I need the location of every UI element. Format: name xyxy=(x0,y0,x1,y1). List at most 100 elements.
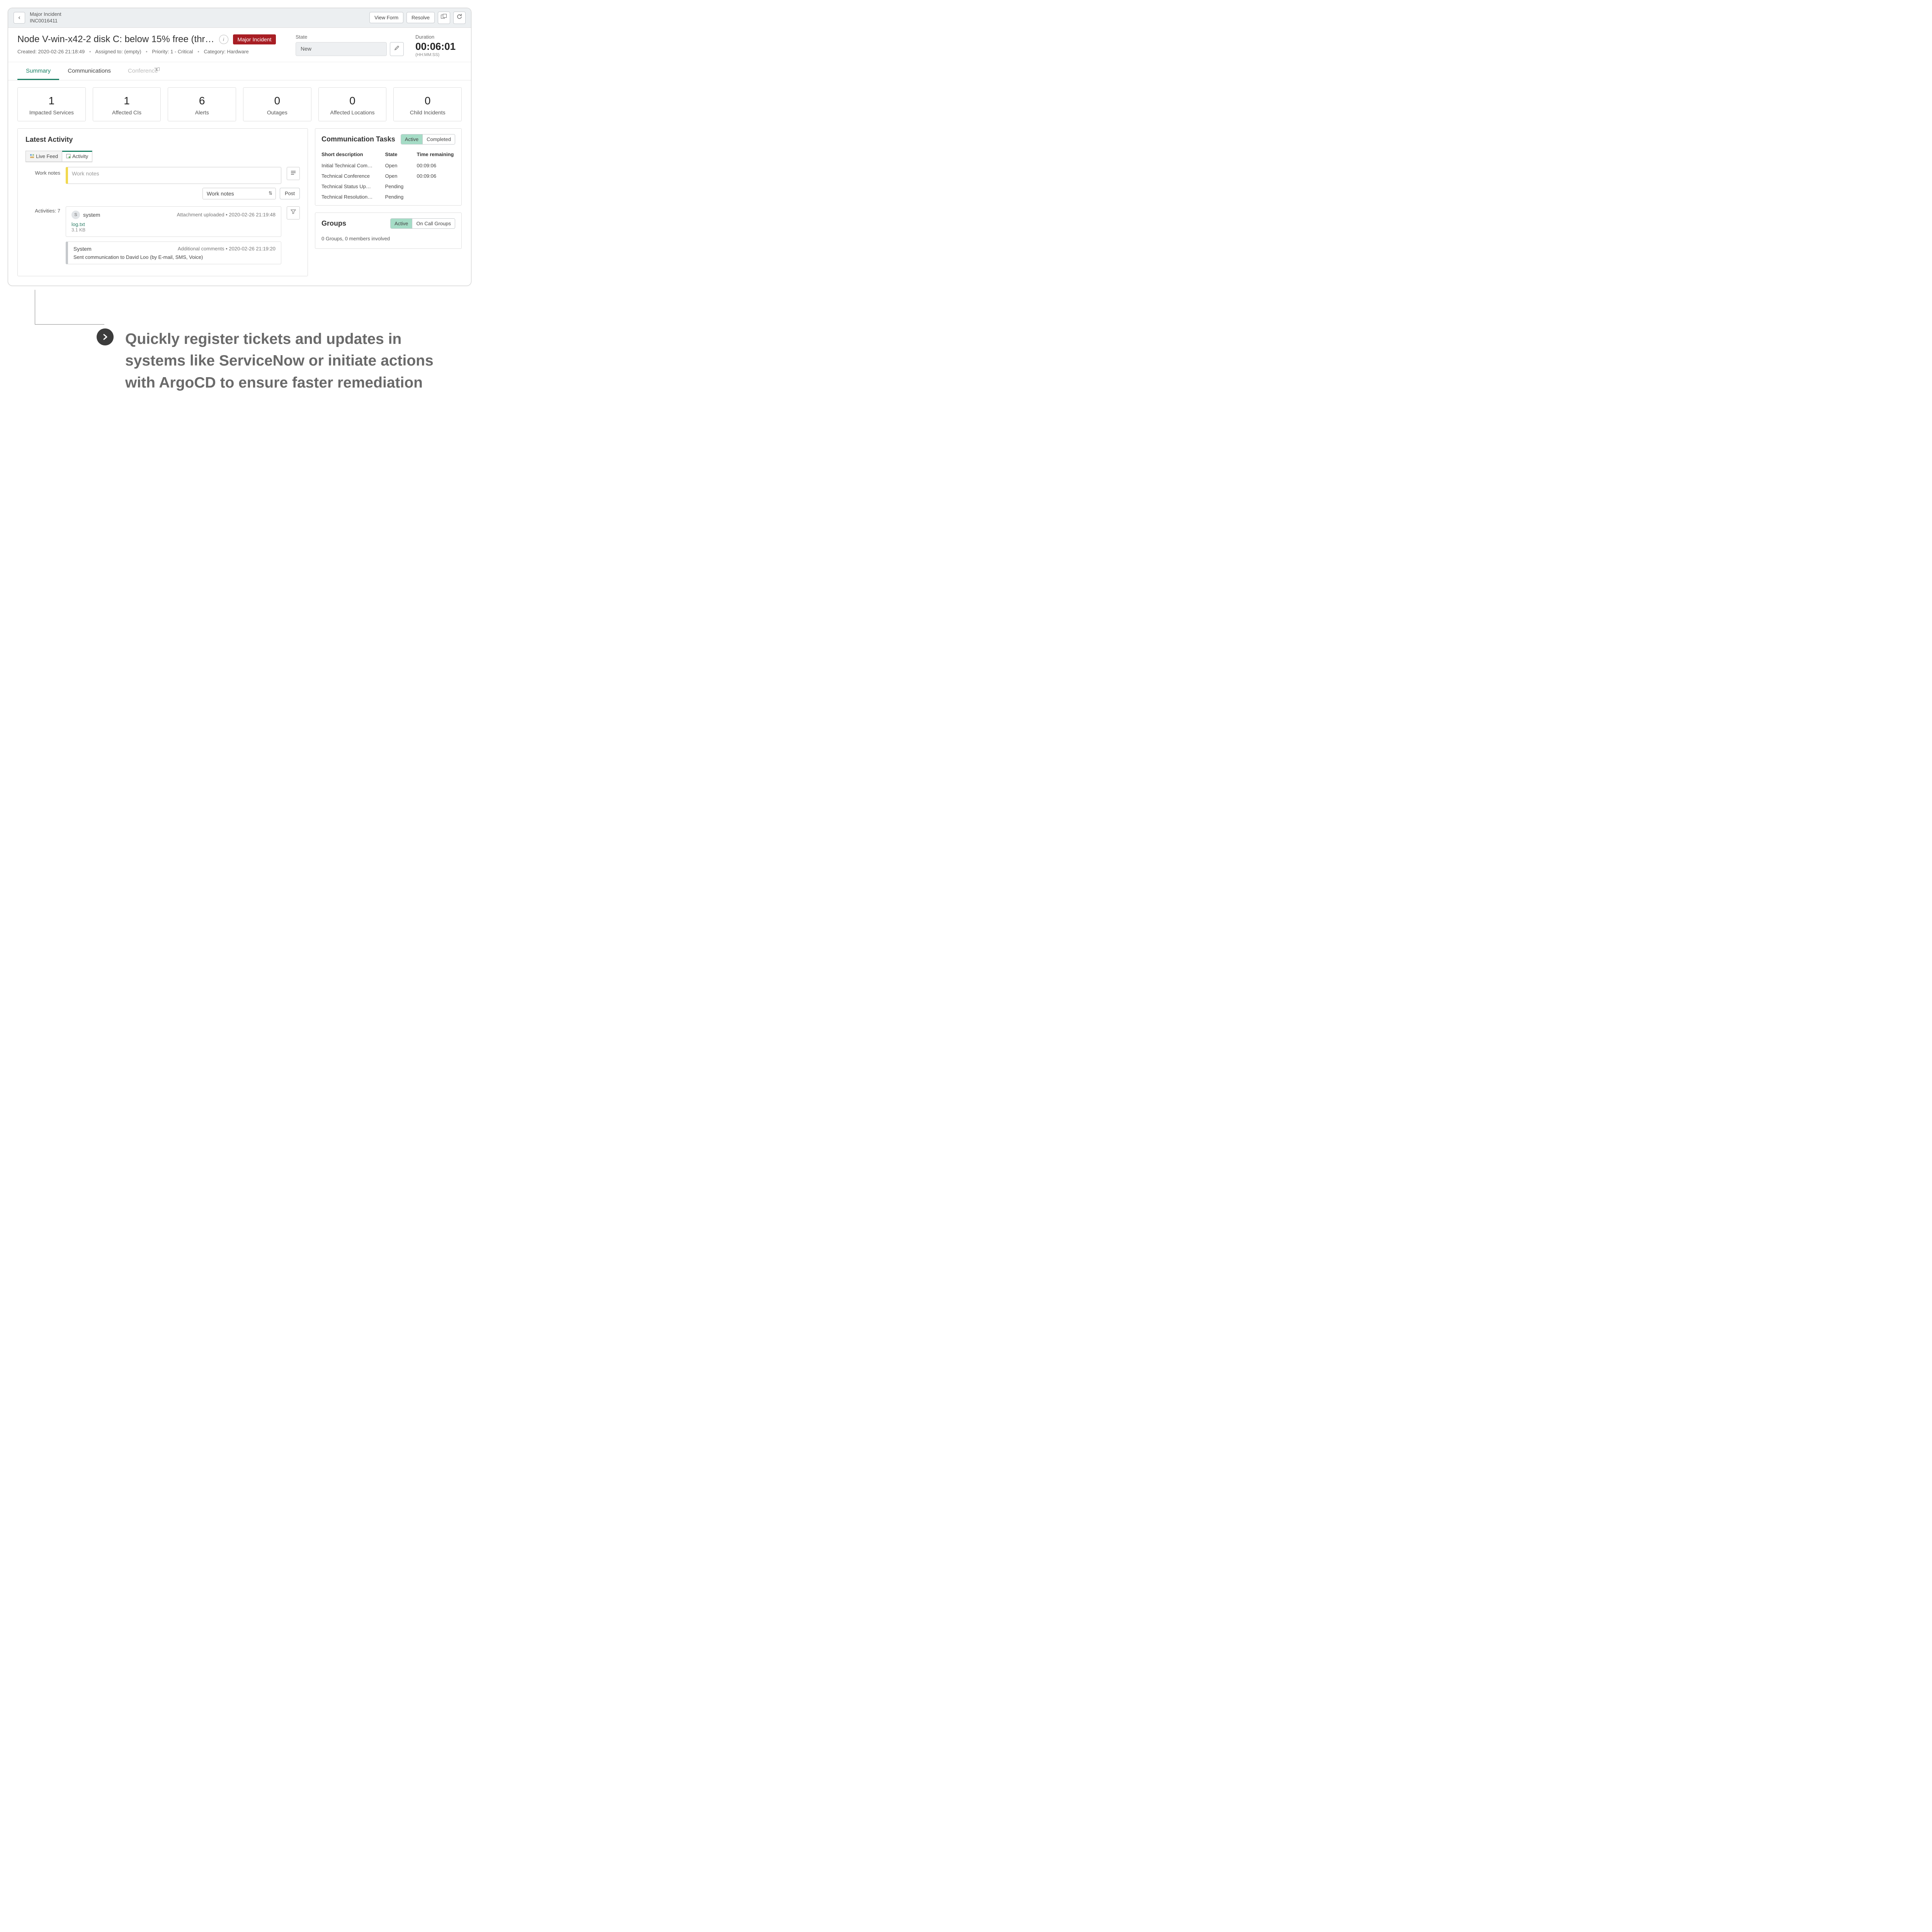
callout: Quickly register tickets and updates in … xyxy=(97,328,456,394)
subtab-live-feed[interactable]: Live Feed xyxy=(26,151,62,162)
kpi-value: 6 xyxy=(172,95,232,107)
tab-communications[interactable]: Communications xyxy=(59,62,119,80)
activity-item: System Additional comments • 2020-02-26 … xyxy=(66,242,281,264)
kpi-label: Affected CIs xyxy=(97,109,157,116)
activities-count-label: Activities: 7 xyxy=(26,206,60,214)
resolve-button[interactable]: Resolve xyxy=(406,12,435,23)
kpi-affected-locations[interactable]: 0 Affected Locations xyxy=(318,87,387,121)
groups-panel: Groups Active On Call Groups 0 Groups, 0… xyxy=(315,213,462,249)
chevron-left-icon: ‹ xyxy=(18,14,20,21)
post-button[interactable]: Post xyxy=(280,188,300,199)
created-label: Created: xyxy=(17,49,37,54)
pencil-icon xyxy=(394,45,400,53)
app-window: ‹ Major Incident INC0016411 View Form Re… xyxy=(8,8,471,286)
kpi-value: 0 xyxy=(323,95,383,107)
chevron-right-circle-icon xyxy=(97,328,114,345)
communication-tasks-panel: Communication Tasks Active Completed Sho… xyxy=(315,128,462,206)
breadcrumb-id: INC0016411 xyxy=(30,18,369,24)
kpi-row: 1 Impacted Services 1 Affected CIs 6 Ale… xyxy=(8,80,471,128)
groups-body: 0 Groups, 0 members involved xyxy=(315,233,461,248)
activity-user: System xyxy=(73,246,92,252)
kpi-label: Child Incidents xyxy=(398,109,457,116)
cursor-icon: ☜ xyxy=(154,65,160,73)
header: Node V-win-x42-2 disk C: below 15% free … xyxy=(8,28,471,62)
tabs: Summary Communications Conference ☜ xyxy=(8,62,471,80)
right-column: Communication Tasks Active Completed Sho… xyxy=(315,128,462,276)
kpi-alerts[interactable]: 6 Alerts xyxy=(168,87,236,121)
tab-summary[interactable]: Summary xyxy=(17,62,59,80)
body: Latest Activity Live Feed Activity xyxy=(8,128,471,286)
activity-item: S system Attachment uploaded • 2020-02-2… xyxy=(66,206,281,237)
toggle-completed[interactable]: Completed xyxy=(422,134,455,144)
work-notes-expand-button[interactable] xyxy=(287,167,300,180)
state-label: State xyxy=(296,34,404,40)
callout-line xyxy=(35,290,104,325)
activity-filter-button[interactable] xyxy=(287,206,300,219)
refresh-icon xyxy=(456,14,463,22)
kpi-value: 0 xyxy=(247,95,307,107)
priority-label: Priority: xyxy=(152,49,169,54)
edit-state-button[interactable] xyxy=(390,42,404,56)
duration-format: (HH:MM:SS) xyxy=(415,53,462,57)
table-row[interactable]: Technical Conference Open 00:09:06 xyxy=(315,171,461,181)
attachment-link[interactable]: log.txt xyxy=(71,221,276,227)
cell-desc: Initial Technical Communication xyxy=(315,160,379,171)
col-time-remaining: Time remaining xyxy=(411,148,462,160)
kpi-label: Impacted Services xyxy=(22,109,82,116)
kpi-impacted-services[interactable]: 1 Impacted Services xyxy=(17,87,86,121)
kpi-label: Alerts xyxy=(172,109,232,116)
kpi-label: Outages xyxy=(247,109,307,116)
cell-time: 00:09:06 xyxy=(411,160,462,171)
kpi-value: 0 xyxy=(398,95,457,107)
kpi-value: 1 xyxy=(22,95,82,107)
form-icon xyxy=(291,170,296,177)
kpi-outages[interactable]: 0 Outages xyxy=(243,87,311,121)
funnel-icon xyxy=(291,209,296,216)
latest-activity-panel: Latest Activity Live Feed Activity xyxy=(17,128,308,276)
latest-activity-title: Latest Activity xyxy=(26,136,300,144)
col-state: State xyxy=(379,148,411,160)
cell-state: Pending xyxy=(379,192,411,205)
state-field[interactable]: New xyxy=(296,42,387,56)
duration-value: 00:06:01 xyxy=(415,41,462,53)
breadcrumb-title: Major Incident xyxy=(30,11,369,18)
table-row[interactable]: Technical Status Update Pending xyxy=(315,181,461,192)
cell-time xyxy=(411,192,462,205)
toggle-active[interactable]: Active xyxy=(401,134,422,144)
refresh-button[interactable] xyxy=(453,12,466,24)
kpi-child-incidents[interactable]: 0 Child Incidents xyxy=(393,87,462,121)
kpi-affected-cis[interactable]: 1 Affected CIs xyxy=(93,87,161,121)
table-row[interactable]: Initial Technical Communication Open 00:… xyxy=(315,160,461,171)
activity-list: S system Attachment uploaded • 2020-02-2… xyxy=(66,206,281,269)
work-notes-label: Work notes xyxy=(26,167,60,176)
toggle-groups-oncall[interactable]: On Call Groups xyxy=(412,219,455,228)
toggle-groups-active[interactable]: Active xyxy=(391,219,412,228)
work-notes-input[interactable]: Work notes xyxy=(66,167,281,184)
meta-line: Created: 2020-02-26 21:18:49 • Assigned … xyxy=(17,49,284,54)
comm-tasks-title: Communication Tasks xyxy=(321,135,395,143)
note-type-select[interactable]: Work notes xyxy=(202,188,276,199)
cell-desc: Technical Conference xyxy=(315,171,379,181)
category-value: Hardware xyxy=(227,49,248,54)
category-label: Category: xyxy=(204,49,225,54)
assigned-value: (empty) xyxy=(124,49,141,54)
back-button[interactable]: ‹ xyxy=(14,12,25,24)
popout-button[interactable] xyxy=(438,12,450,24)
major-incident-badge: Major Incident xyxy=(233,34,276,44)
view-form-button[interactable]: View Form xyxy=(369,12,403,23)
topbar: ‹ Major Incident INC0016411 View Form Re… xyxy=(8,8,471,28)
cell-state: Open xyxy=(379,171,411,181)
tab-conference[interactable]: Conference ☜ xyxy=(119,62,167,80)
duration-label: Duration xyxy=(415,34,462,40)
comm-tasks-table: Short description State Time remaining I… xyxy=(315,148,461,205)
cell-desc: Technical Resolution Communic… xyxy=(315,192,379,205)
groups-title: Groups xyxy=(321,219,346,228)
info-icon[interactable]: i xyxy=(219,35,228,44)
assigned-label: Assigned to: xyxy=(95,49,123,54)
subtab-activity-label: Activity xyxy=(72,153,88,159)
kpi-value: 1 xyxy=(97,95,157,107)
table-row[interactable]: Technical Resolution Communic… Pending xyxy=(315,192,461,205)
subtab-activity[interactable]: Activity xyxy=(62,151,92,162)
avatar: S xyxy=(71,211,80,219)
activity-body: Sent communication to David Loo (by E-ma… xyxy=(73,254,276,260)
